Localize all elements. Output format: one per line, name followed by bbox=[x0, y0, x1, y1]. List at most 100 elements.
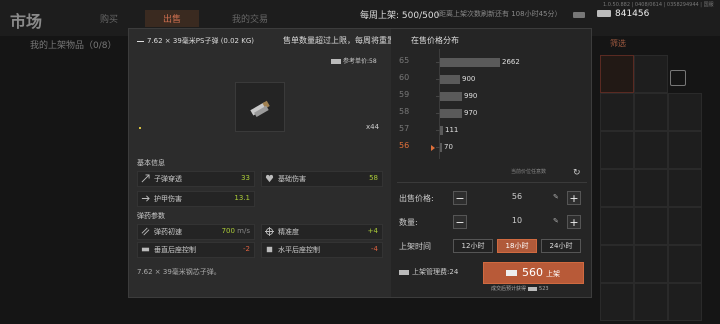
inventory-tile[interactable] bbox=[668, 245, 702, 283]
bar-value-label: 900 bbox=[462, 75, 476, 83]
price-bar bbox=[440, 58, 500, 67]
ammo-params-title: 弹药参数 bbox=[137, 212, 165, 220]
quantity-increase-button[interactable]: + bbox=[567, 215, 581, 229]
currency-balance: 841456 bbox=[597, 9, 649, 19]
duration-18h-button[interactable]: 18小时 bbox=[497, 239, 537, 253]
duration-label: 上架时间 bbox=[399, 242, 431, 251]
price-bar bbox=[440, 126, 443, 135]
y-tick-label: 60 bbox=[399, 73, 410, 82]
my-listings-label: 我的上架物品（0/8） bbox=[30, 41, 117, 51]
inventory-tile[interactable] bbox=[600, 169, 634, 207]
bar-value-label: 70 bbox=[444, 143, 453, 151]
tab-my-trades[interactable]: 我的交易 bbox=[232, 12, 268, 25]
inventory-tile[interactable] bbox=[634, 93, 668, 131]
market-title: 市场 bbox=[10, 12, 43, 31]
basic-info-title: 基本信息 bbox=[137, 159, 165, 167]
sell-price-stepper: − 56 ✎ + bbox=[453, 191, 583, 205]
quantity-value[interactable]: 10 bbox=[471, 216, 563, 225]
duration-24h-button[interactable]: 24小时 bbox=[541, 239, 581, 253]
rarity-dot bbox=[139, 127, 141, 129]
stat-base-damage: 基础伤害 58 bbox=[261, 171, 383, 187]
inventory-tile[interactable] bbox=[668, 283, 702, 321]
velocity-icon bbox=[141, 227, 150, 236]
divider bbox=[397, 182, 587, 183]
item-quantity: x44 bbox=[366, 123, 380, 131]
inventory-tile[interactable] bbox=[634, 55, 668, 93]
inventory-tile[interactable] bbox=[634, 131, 668, 169]
item-description: 7.62 × 39毫米钢芯子弹。 bbox=[137, 268, 221, 276]
price-panel: 在售价格分布 65 2662 60 900 59 990 58 970 57 111 56 70 当前… bbox=[391, 29, 591, 297]
duration-12h-button[interactable]: 12小时 bbox=[453, 239, 493, 253]
chart-title: 在售价格分布 bbox=[411, 36, 459, 45]
stat-muzzle-velocity: 弹药初速 700 m/s bbox=[137, 224, 255, 240]
price-bar bbox=[440, 75, 460, 84]
sell-price-label: 出售价格: bbox=[399, 194, 434, 203]
y-tick-label: 65 bbox=[399, 56, 410, 65]
debug-text: 1.0.50.882 | 0408/0614 | 0358294944 | 国服 bbox=[603, 2, 714, 8]
weekly-limit: 每周上架: 500/500 bbox=[360, 11, 440, 21]
penetration-icon bbox=[141, 174, 150, 183]
inventory-tile[interactable] bbox=[600, 207, 634, 245]
inventory-tile[interactable] bbox=[600, 131, 634, 169]
estimated-income: 成交后预计获得 523 bbox=[491, 286, 549, 292]
list-item-button[interactable]: 560 上架 bbox=[483, 262, 584, 284]
inventory-tile[interactable] bbox=[634, 245, 668, 283]
tab-sell[interactable]: 出售 bbox=[145, 10, 200, 27]
inventory-tile[interactable] bbox=[600, 283, 634, 321]
price-increase-button[interactable]: + bbox=[567, 191, 581, 205]
price-bar bbox=[440, 92, 462, 101]
inventory-tile[interactable] bbox=[634, 207, 668, 245]
home-icon[interactable] bbox=[670, 70, 686, 86]
item-detail-panel: 7.62 × 39毫米PS子弹 (0.02 KG) 参考单价:58 x44 基本… bbox=[129, 29, 391, 297]
listing-fee: 上架管理费:24 bbox=[399, 267, 458, 277]
price-bar bbox=[440, 143, 442, 152]
inventory-tile[interactable] bbox=[668, 207, 702, 245]
bar-value-label: 2662 bbox=[502, 58, 520, 66]
coin-icon bbox=[331, 59, 341, 64]
inventory-tile[interactable] bbox=[600, 55, 634, 93]
item-name: 7.62 × 39毫米PS子弹 (0.02 KG) bbox=[137, 36, 254, 46]
coin-icon bbox=[597, 10, 611, 17]
accuracy-icon bbox=[265, 227, 274, 236]
edit-quantity-icon[interactable]: ✎ bbox=[553, 217, 559, 225]
stat-vertical-recoil: 垂直后座控制 -2 bbox=[137, 242, 255, 258]
tab-buy[interactable]: 购买 bbox=[100, 12, 118, 25]
y-tick-label: 58 bbox=[399, 107, 410, 116]
y-tick-label: 57 bbox=[399, 124, 410, 133]
price-bar bbox=[440, 109, 462, 118]
inventory-tile[interactable] bbox=[634, 169, 668, 207]
reference-price: 参考单价:58 bbox=[331, 56, 377, 65]
price-decrease-button[interactable]: − bbox=[453, 191, 467, 205]
coin-icon bbox=[528, 286, 538, 291]
y-tick-label: 59 bbox=[399, 90, 410, 99]
coin-icon bbox=[506, 270, 517, 276]
armor-damage-icon bbox=[141, 195, 150, 202]
refresh-icon[interactable]: ↻ bbox=[573, 168, 581, 178]
inventory-tile[interactable] bbox=[600, 93, 634, 131]
filter-button[interactable]: 筛选 bbox=[610, 38, 626, 49]
bar-value-label: 970 bbox=[464, 109, 478, 117]
quantity-stepper: − 10 ✎ + bbox=[453, 215, 583, 229]
quantity-label: 数量: bbox=[399, 218, 418, 227]
inventory-tile[interactable] bbox=[668, 93, 702, 131]
inventory-tile[interactable] bbox=[634, 283, 668, 321]
edit-price-icon[interactable]: ✎ bbox=[553, 193, 559, 201]
sell-price-value[interactable]: 56 bbox=[471, 192, 563, 201]
inventory-tile[interactable] bbox=[668, 131, 702, 169]
vertical-recoil-icon bbox=[141, 247, 150, 252]
stat-horizontal-recoil: 水平后座控制 -4 bbox=[261, 242, 383, 258]
inventory-tile[interactable] bbox=[600, 245, 634, 283]
y-tick-label: 56 bbox=[399, 141, 410, 150]
coin-icon bbox=[399, 269, 409, 275]
ammo-icon bbox=[250, 100, 270, 118]
stat-accuracy: 精准度 +4 bbox=[261, 224, 383, 240]
weekly-limit-note: （距离上架次数刷新还有 108小时45分） bbox=[432, 10, 562, 18]
current-price-marker bbox=[431, 145, 435, 151]
stat-penetration: 子弹穿透 33 bbox=[137, 171, 255, 187]
bar-value-label: 990 bbox=[464, 92, 478, 100]
inventory-tile[interactable] bbox=[668, 169, 702, 207]
item-image bbox=[235, 82, 285, 132]
sell-dialog: 7.62 × 39毫米PS子弹 (0.02 KG) 参考单价:58 x44 基本… bbox=[128, 28, 592, 298]
quantity-decrease-button[interactable]: − bbox=[453, 215, 467, 229]
bar-value-label: 111 bbox=[445, 126, 459, 134]
